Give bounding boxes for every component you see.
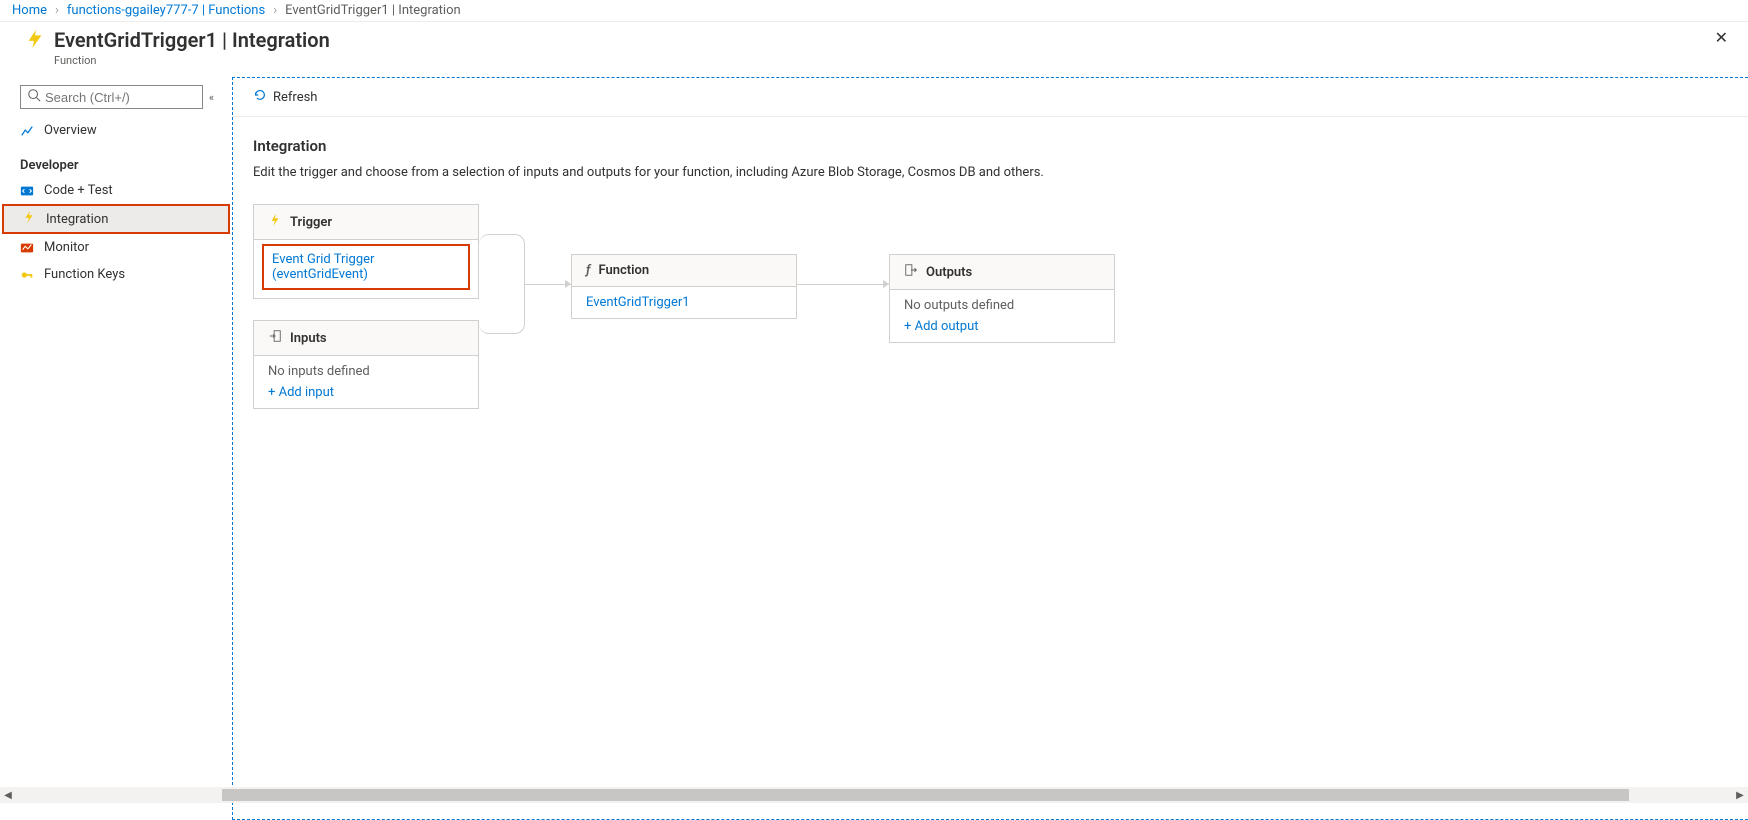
inputs-empty-text: No inputs defined (268, 364, 464, 379)
key-icon (20, 268, 34, 282)
function-bolt-icon (24, 28, 46, 50)
refresh-button[interactable]: Refresh (253, 88, 317, 106)
function-card-header: ƒ Function (572, 255, 796, 287)
page-subtitle: Function (54, 54, 330, 67)
sidebar-item-label: Monitor (44, 240, 89, 255)
collapse-sidebar-icon[interactable]: « (209, 91, 214, 104)
breadcrumb: Home › functions-ggailey777-7 | Function… (0, 0, 1748, 22)
chevron-right-icon: › (55, 3, 59, 18)
connector-arrowhead-outputs (883, 280, 889, 288)
inputs-card-title: Inputs (290, 331, 327, 346)
connector-left-merge (479, 234, 525, 334)
outputs-empty-text: No outputs defined (904, 298, 1100, 313)
toolbar: Refresh (233, 78, 1748, 117)
breadcrumb-current: EventGridTrigger1 | Integration (285, 3, 461, 18)
add-output-link[interactable]: + Add output (904, 319, 1100, 334)
code-icon (20, 184, 34, 198)
breadcrumb-home[interactable]: Home (12, 3, 47, 18)
overview-icon (20, 124, 34, 138)
sidebar-item-label: Code + Test (44, 183, 113, 198)
function-link[interactable]: EventGridTrigger1 (586, 295, 782, 310)
scroll-right-icon[interactable]: ▶ (1732, 790, 1748, 801)
breadcrumb-parent[interactable]: functions-ggailey777-7 | Functions (67, 3, 265, 18)
bolt-icon (22, 210, 36, 228)
refresh-label: Refresh (273, 90, 317, 105)
sidebar-item-integration[interactable]: Integration (2, 204, 230, 234)
outputs-card: Outputs No outputs defined + Add output (889, 254, 1115, 343)
connector-function-to-outputs (797, 284, 889, 285)
content-description: Edit the trigger and choose from a selec… (253, 165, 1728, 180)
content-heading: Integration (253, 137, 1728, 155)
add-input-link[interactable]: + Add input (268, 385, 464, 400)
output-arrow-icon (904, 263, 918, 281)
search-field[interactable] (45, 90, 196, 105)
sidebar-item-label: Function Keys (44, 267, 125, 282)
trigger-card: Trigger Event Grid Trigger (eventGridEve… (253, 204, 479, 299)
inputs-card-header: Inputs (254, 321, 478, 356)
trigger-link[interactable]: Event Grid Trigger (eventGridEvent) (272, 252, 460, 282)
input-arrow-icon (268, 329, 282, 347)
inputs-card: Inputs No inputs defined + Add input (253, 320, 479, 409)
sidebar-item-label: Overview (44, 123, 97, 138)
function-card-title: Function (599, 263, 650, 278)
integration-diagram: Trigger Event Grid Trigger (eventGridEve… (253, 204, 1728, 444)
bolt-icon (268, 213, 282, 231)
horizontal-scrollbar[interactable]: ◀ ▶ (0, 787, 1748, 803)
connector-arrowhead-function (565, 280, 571, 288)
scroll-track[interactable] (16, 789, 1732, 801)
scroll-left-icon[interactable]: ◀ (0, 790, 16, 801)
function-card: ƒ Function EventGridTrigger1 (571, 254, 797, 319)
scroll-thumb[interactable] (222, 789, 1629, 801)
page-title: EventGridTrigger1 | Integration (54, 28, 330, 52)
trigger-card-title: Trigger (290, 215, 332, 230)
monitor-icon (20, 241, 34, 255)
main-panel: Refresh Integration Edit the trigger and… (232, 77, 1748, 820)
sidebar-section-developer: Developer (0, 144, 232, 177)
outputs-card-title: Outputs (926, 265, 972, 280)
sidebar-item-code-test[interactable]: Code + Test (0, 177, 232, 204)
sidebar: « Overview Developer Code + Test Integra… (0, 77, 232, 820)
chevron-right-icon: › (273, 3, 277, 18)
outputs-card-header: Outputs (890, 255, 1114, 290)
trigger-card-header: Trigger (254, 205, 478, 240)
close-icon[interactable]: ✕ (1715, 28, 1728, 47)
page-title-bar: EventGridTrigger1 | Integration Function… (0, 22, 1748, 77)
function-fx-icon: ƒ (586, 263, 591, 278)
sidebar-item-overview[interactable]: Overview (0, 117, 232, 144)
sidebar-item-monitor[interactable]: Monitor (0, 234, 232, 261)
trigger-link-highlight: Event Grid Trigger (eventGridEvent) (262, 244, 470, 290)
search-input[interactable] (20, 85, 203, 109)
sidebar-item-function-keys[interactable]: Function Keys (0, 261, 232, 288)
search-icon (27, 88, 41, 106)
sidebar-item-label: Integration (46, 212, 108, 227)
refresh-icon (253, 88, 267, 106)
